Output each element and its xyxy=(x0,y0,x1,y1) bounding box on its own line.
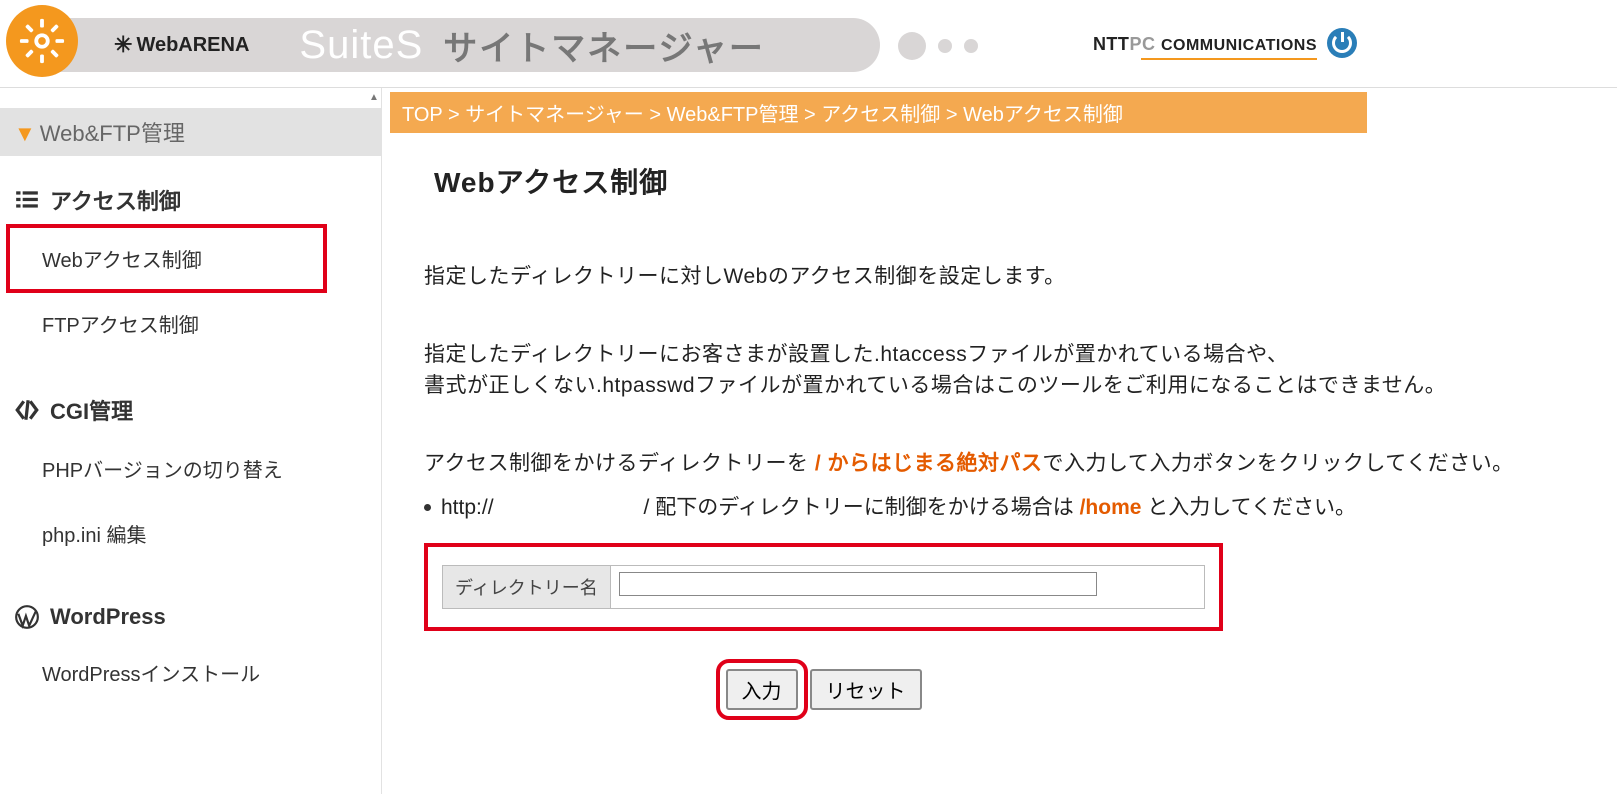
breadcrumb-sep: > xyxy=(940,104,963,126)
sidebar-group-label: アクセス制御 xyxy=(50,184,181,216)
breadcrumb-sep: > xyxy=(644,104,667,126)
directory-label: ディレクトリー名 xyxy=(443,566,611,608)
brand-suites: SuiteS xyxy=(299,23,423,68)
directory-input-cell xyxy=(611,566,1204,608)
directory-form-row: ディレクトリー名 xyxy=(442,565,1205,609)
page-title: Webアクセス制御 xyxy=(434,161,1573,201)
breadcrumb: TOP > サイトマネージャー > Web&FTP管理 > アクセス制御 > W… xyxy=(390,92,1367,133)
sidebar-item-label: Webアクセス制御 xyxy=(42,250,202,272)
breadcrumb-item[interactable]: サイトマネージャー xyxy=(465,104,644,126)
nttpc-pc: PC xyxy=(1129,34,1155,54)
sidebar-group-title-wordpress[interactable]: WordPress xyxy=(0,586,381,640)
breadcrumb-item[interactable]: TOP xyxy=(402,104,442,126)
bullet-example: http:// / 配下のディレクトリーに制御をかける場合は /home と入力し… xyxy=(424,491,1573,521)
gear-logo xyxy=(6,5,78,77)
paragraph-warning-line2: 書式が正しくない.htpasswdファイルが置かれている場合はこのツールをご利用… xyxy=(424,370,1573,402)
sidebar-item-ftp-access[interactable]: FTPアクセス制御 xyxy=(0,291,381,356)
dot-icon xyxy=(938,39,952,53)
sidebar-group-wordpress: WordPress WordPressインストール xyxy=(0,576,381,715)
nttpc-logo: NTTPC COMMUNICATIONS xyxy=(1093,34,1317,55)
sidebar-item-label: PHPバージョンの切り替え xyxy=(42,460,283,482)
main-content: Webアクセス制御 指定したディレクトリーに対しWebのアクセス制御を設定します… xyxy=(390,133,1617,710)
list-icon xyxy=(14,187,40,213)
triangle-down-icon: ▼ xyxy=(14,121,36,146)
main: TOP > サイトマネージャー > Web&FTP管理 > アクセス制御 > W… xyxy=(382,88,1617,794)
breadcrumb-sep: > xyxy=(442,104,465,126)
paragraph-instruction: アクセス制御をかけるディレクトリーを / からはじまる絶対パスで入力して入力ボタ… xyxy=(424,448,1573,480)
sidebar-item-label: FTPアクセス制御 xyxy=(42,315,199,337)
sidebar-group-access: アクセス制御 Webアクセス制御 FTPアクセス制御 xyxy=(0,156,381,366)
sidebar-group-label: CGI管理 xyxy=(50,394,133,426)
bullet-http: http:// xyxy=(441,496,494,519)
bullet-tail: と入力してください。 xyxy=(1141,496,1356,519)
sidebar-item-label: WordPressインストール xyxy=(42,664,260,686)
sidebar-scroll-up-icon[interactable]: ▲ xyxy=(366,88,382,106)
sidebar-section-header[interactable]: ▼Web&FTP管理 xyxy=(0,108,381,156)
instruction-post: で入力して入力ボタンをクリックしてください。 xyxy=(1043,452,1514,475)
nttpc-comm: COMMUNICATIONS xyxy=(1161,37,1317,54)
reset-button[interactable]: リセット xyxy=(810,669,922,710)
sidebar-item-wordpress-install[interactable]: WordPressインストール xyxy=(0,640,381,705)
bullet-mid: / 配下のディレクトリーに制御をかける場合は xyxy=(644,496,1080,519)
wordpress-icon xyxy=(14,604,40,630)
bullet-home: /home xyxy=(1080,496,1142,519)
instruction-highlight: / からはじまる絶対パス xyxy=(815,452,1043,475)
bullet-icon xyxy=(424,504,431,511)
breadcrumb-item[interactable]: アクセス制御 xyxy=(821,104,940,126)
header-pill: ✳ WebARENA SuiteS サイトマネージャー xyxy=(10,18,880,72)
sidebar-group-title-cgi[interactable]: CGI管理 xyxy=(0,376,381,436)
sidebar-section-title: Web&FTP管理 xyxy=(40,121,185,146)
power-icon[interactable] xyxy=(1327,28,1357,58)
directory-form-box: ディレクトリー名 xyxy=(424,543,1223,631)
brand-sitemanager: サイトマネージャー xyxy=(443,21,765,70)
paragraph-warning: 指定したディレクトリーにお客さまが設置した.htaccessファイルが置かれてい… xyxy=(424,339,1573,402)
breadcrumb-sep: > xyxy=(798,104,821,126)
header-dots xyxy=(898,32,978,60)
sidebar: ▲ ▼Web&FTP管理 アクセス制御 Webアクセス制御 FTPアクセス制御 … xyxy=(0,88,382,794)
instruction-pre: アクセス制御をかけるディレクトリーを xyxy=(424,452,815,475)
code-icon xyxy=(14,397,40,423)
header: ✳ WebARENA SuiteS サイトマネージャー NTTPC COMMUN… xyxy=(0,0,1617,88)
nttpc-ntt: NTT xyxy=(1093,34,1130,54)
submit-button[interactable]: 入力 xyxy=(726,669,798,710)
paragraph-warning-line1: 指定したディレクトリーにお客さまが設置した.htaccessファイルが置かれてい… xyxy=(424,339,1573,371)
nttpc-underline xyxy=(1141,58,1317,60)
dot-icon xyxy=(898,32,926,60)
directory-input[interactable] xyxy=(619,572,1097,596)
sidebar-item-php-version[interactable]: PHPバージョンの切り替え xyxy=(0,436,381,501)
sidebar-item-label: php.ini 編集 xyxy=(42,525,147,547)
sidebar-group-cgi: CGI管理 PHPバージョンの切り替え php.ini 編集 xyxy=(0,366,381,576)
webarena-logo: ✳ WebARENA xyxy=(114,32,249,58)
webarena-mark-icon: ✳ xyxy=(114,32,132,58)
webarena-text: WebARENA xyxy=(136,34,249,57)
breadcrumb-item[interactable]: Webアクセス制御 xyxy=(963,104,1123,126)
sidebar-group-label: WordPress xyxy=(50,604,166,630)
gear-icon xyxy=(18,17,66,65)
button-row: 入力 リセット xyxy=(424,669,1223,710)
paragraph-intro: 指定したディレクトリーに対しWebのアクセス制御を設定します。 xyxy=(424,261,1573,293)
dot-icon xyxy=(964,39,978,53)
breadcrumb-item[interactable]: Web&FTP管理 xyxy=(667,104,799,126)
sidebar-item-web-access[interactable]: Webアクセス制御 xyxy=(0,226,381,291)
sidebar-item-php-ini[interactable]: php.ini 編集 xyxy=(0,501,381,566)
sidebar-group-title-access[interactable]: アクセス制御 xyxy=(0,166,381,226)
